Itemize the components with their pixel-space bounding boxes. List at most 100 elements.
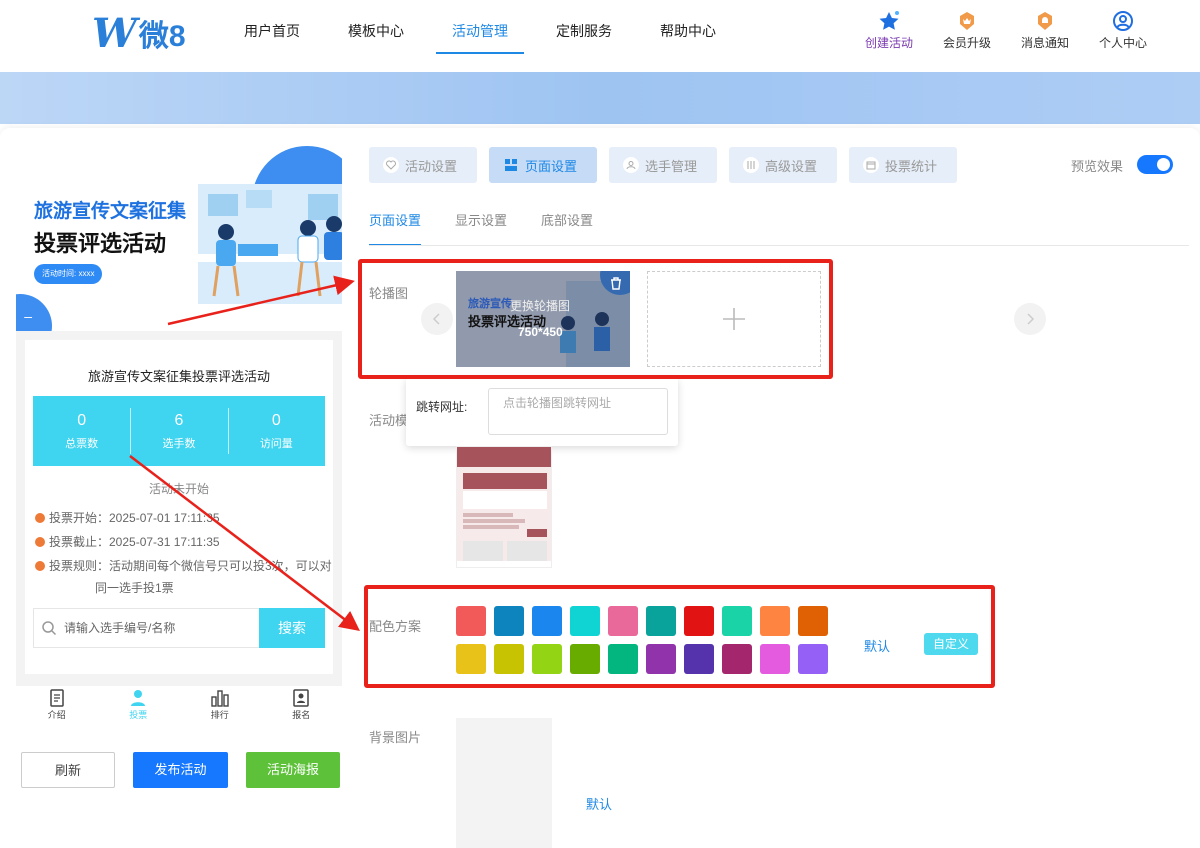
tab-contestant-management[interactable]: 选手管理 — [609, 147, 717, 183]
background-image-label: 背景图片 — [369, 730, 422, 745]
stat-value: 6 — [174, 412, 184, 429]
stat-label: 选手数 — [162, 438, 196, 450]
preview-hero-banner: 旅游宣传文案征集 投票评选活动 活动时间: xxxx – — [16, 146, 342, 331]
logo-w-icon: W — [92, 9, 137, 57]
preview-toggle[interactable] — [1137, 155, 1173, 174]
member-upgrade-label: 会员升级 — [942, 36, 991, 50]
settings-tabs: 活动设置 页面设置 选手管理 高级设置 投票统计 — [369, 147, 969, 183]
hero-time-tag: 活动时间: xxxx — [34, 264, 103, 284]
subtab-page-settings[interactable]: 页面设置 — [369, 210, 422, 246]
document-icon — [16, 688, 98, 708]
contestant-search: 请输入选手编号/名称 搜索 — [33, 608, 325, 648]
preview-actions: 刷新 发布活动 活动海报 — [21, 752, 358, 788]
create-activity-label: 创建活动 — [864, 36, 913, 50]
search-button[interactable]: 搜索 — [259, 608, 325, 648]
page-subtabs: 页面设置 显示设置 底部设置 — [369, 210, 627, 246]
jump-url-input[interactable]: 点击轮播图跳转网址 — [488, 388, 668, 435]
hero-title-line1: 旅游宣传文案征集 — [34, 201, 187, 222]
preview-stats: 0 总票数 6 选手数 0 访问量 — [33, 396, 325, 466]
tab-vote[interactable]: 投票 — [98, 686, 180, 726]
vote-rule: 投票规则：活动期间每个微信号只可以投3次，可以对 — [35, 554, 332, 578]
refresh-button[interactable]: 刷新 — [21, 752, 115, 788]
publish-activity-button[interactable]: 发布活动 — [133, 752, 228, 788]
subtabs-divider — [369, 245, 1189, 246]
nav-custom-service[interactable]: 定制服务 — [532, 0, 636, 72]
nav-templates[interactable]: 模板中心 — [324, 0, 428, 72]
template-label: 活动模 — [369, 413, 409, 428]
vote-rule-text-1: 投票规则：活动期间每个微信号只可以投3次，可以对 — [49, 559, 332, 573]
subtab-footer-settings[interactable]: 底部设置 — [541, 210, 593, 246]
tab-advanced-settings[interactable]: 高级设置 — [729, 147, 837, 183]
profile-label: 个人中心 — [1098, 36, 1147, 50]
phone-preview: 旅游宣传文案征集 投票评选活动 活动时间: xxxx – 旅游宣传文案征集投票评… — [16, 146, 342, 686]
heart-icon — [383, 157, 399, 173]
create-activity-button[interactable]: 创建活动 — [850, 10, 928, 51]
stat-visits: 0 访问量 — [227, 396, 325, 466]
tab-page-settings[interactable]: 页面设置 — [489, 147, 597, 183]
highlight-color-scheme — [364, 585, 995, 688]
background-default-link[interactable]: 默认 — [586, 794, 612, 813]
crown-badge-icon — [928, 10, 1006, 32]
template-thumbnail[interactable] — [456, 446, 552, 568]
tab-ranking-label: 排行 — [210, 710, 229, 720]
vote-start: 投票开始：2025-07-01 17:11:35 — [35, 506, 220, 530]
notifications-button[interactable]: 消息通知 — [1006, 10, 1084, 51]
main-nav: 用户首页 模板中心 活动管理 定制服务 帮助中心 — [220, 0, 740, 72]
calendar-icon — [863, 157, 879, 173]
sliders-icon — [743, 157, 759, 173]
activity-poster-button[interactable]: 活动海报 — [246, 752, 340, 788]
search-icon — [34, 609, 64, 647]
background-image-slot[interactable] — [456, 718, 552, 848]
stat-label: 总票数 — [65, 438, 99, 450]
page-banner — [0, 72, 1200, 124]
jump-url-label: 跳转网址: — [416, 400, 468, 414]
bell-badge-icon — [1006, 10, 1084, 32]
highlight-carousel — [358, 259, 833, 379]
profile-button[interactable]: 个人中心 — [1084, 10, 1162, 51]
stat-value: 0 — [271, 412, 281, 429]
grid-icon — [503, 157, 519, 173]
hero-illustration — [198, 184, 342, 304]
user-icon — [623, 157, 639, 173]
tab-activity-settings-label: 活动设置 — [405, 158, 458, 174]
signup-icon — [261, 688, 343, 708]
tab-ranking[interactable]: 排行 — [179, 686, 261, 726]
tab-signup[interactable]: 报名 — [261, 686, 343, 726]
preview-info-panel: 旅游宣传文案征集投票评选活动 0 总票数 6 选手数 0 访问量 活动未开始 投… — [25, 340, 333, 674]
jump-url-popup: 跳转网址: 点击轮播图跳转网址 — [406, 378, 678, 446]
carousel-next-button[interactable] — [1014, 303, 1046, 335]
nav-home[interactable]: 用户首页 — [220, 0, 324, 72]
hero-title-line2: 投票评选活动 — [34, 231, 167, 256]
nav-activity-management[interactable]: 活动管理 — [428, 0, 532, 72]
logo[interactable]: W 微8 — [92, 9, 186, 57]
nav-help[interactable]: 帮助中心 — [636, 0, 740, 72]
vote-start-text: 投票开始：2025-07-01 17:11:35 — [49, 511, 220, 525]
chevron-right-icon — [1027, 313, 1035, 325]
stat-label: 访问量 — [259, 438, 293, 450]
stat-total-votes: 0 总票数 — [33, 396, 130, 466]
logo-text: 微8 — [138, 20, 186, 53]
clock-dot-icon — [35, 513, 45, 523]
preview-tabbar: 介绍 投票 排行 报名 — [16, 686, 342, 726]
member-upgrade-button[interactable]: 会员升级 — [928, 10, 1006, 51]
hero-music-button[interactable]: – — [16, 294, 52, 331]
subtab-display-settings[interactable]: 显示设置 — [455, 210, 507, 246]
top-header: W 微8 用户首页 模板中心 活动管理 定制服务 帮助中心 创建活动 会员升级 … — [0, 0, 1200, 72]
user-circle-icon — [1084, 10, 1162, 32]
search-input[interactable]: 请输入选手编号/名称 — [64, 609, 259, 647]
preview-activity-title: 旅游宣传文案征集投票评选活动 — [87, 369, 270, 384]
stat-contestants: 6 选手数 — [130, 396, 227, 466]
bar-chart-icon — [179, 688, 261, 708]
clock-dot-icon — [35, 537, 45, 547]
tab-advanced-settings-label: 高级设置 — [765, 158, 818, 174]
header-tools: 创建活动 会员升级 消息通知 个人中心 — [850, 10, 1162, 51]
tab-vote-statistics[interactable]: 投票统计 — [849, 147, 957, 183]
activity-status: 活动未开始 — [148, 482, 209, 496]
vote-end-text: 投票截止：2025-07-31 17:11:35 — [49, 535, 220, 549]
tab-intro[interactable]: 介绍 — [16, 686, 98, 726]
vote-end: 投票截止：2025-07-31 17:11:35 — [35, 530, 220, 554]
tab-intro-label: 介绍 — [47, 710, 66, 720]
vote-rule-line2: 同一选手投1票 — [95, 581, 174, 595]
info-dot-icon — [35, 561, 45, 571]
tab-activity-settings[interactable]: 活动设置 — [369, 147, 477, 183]
